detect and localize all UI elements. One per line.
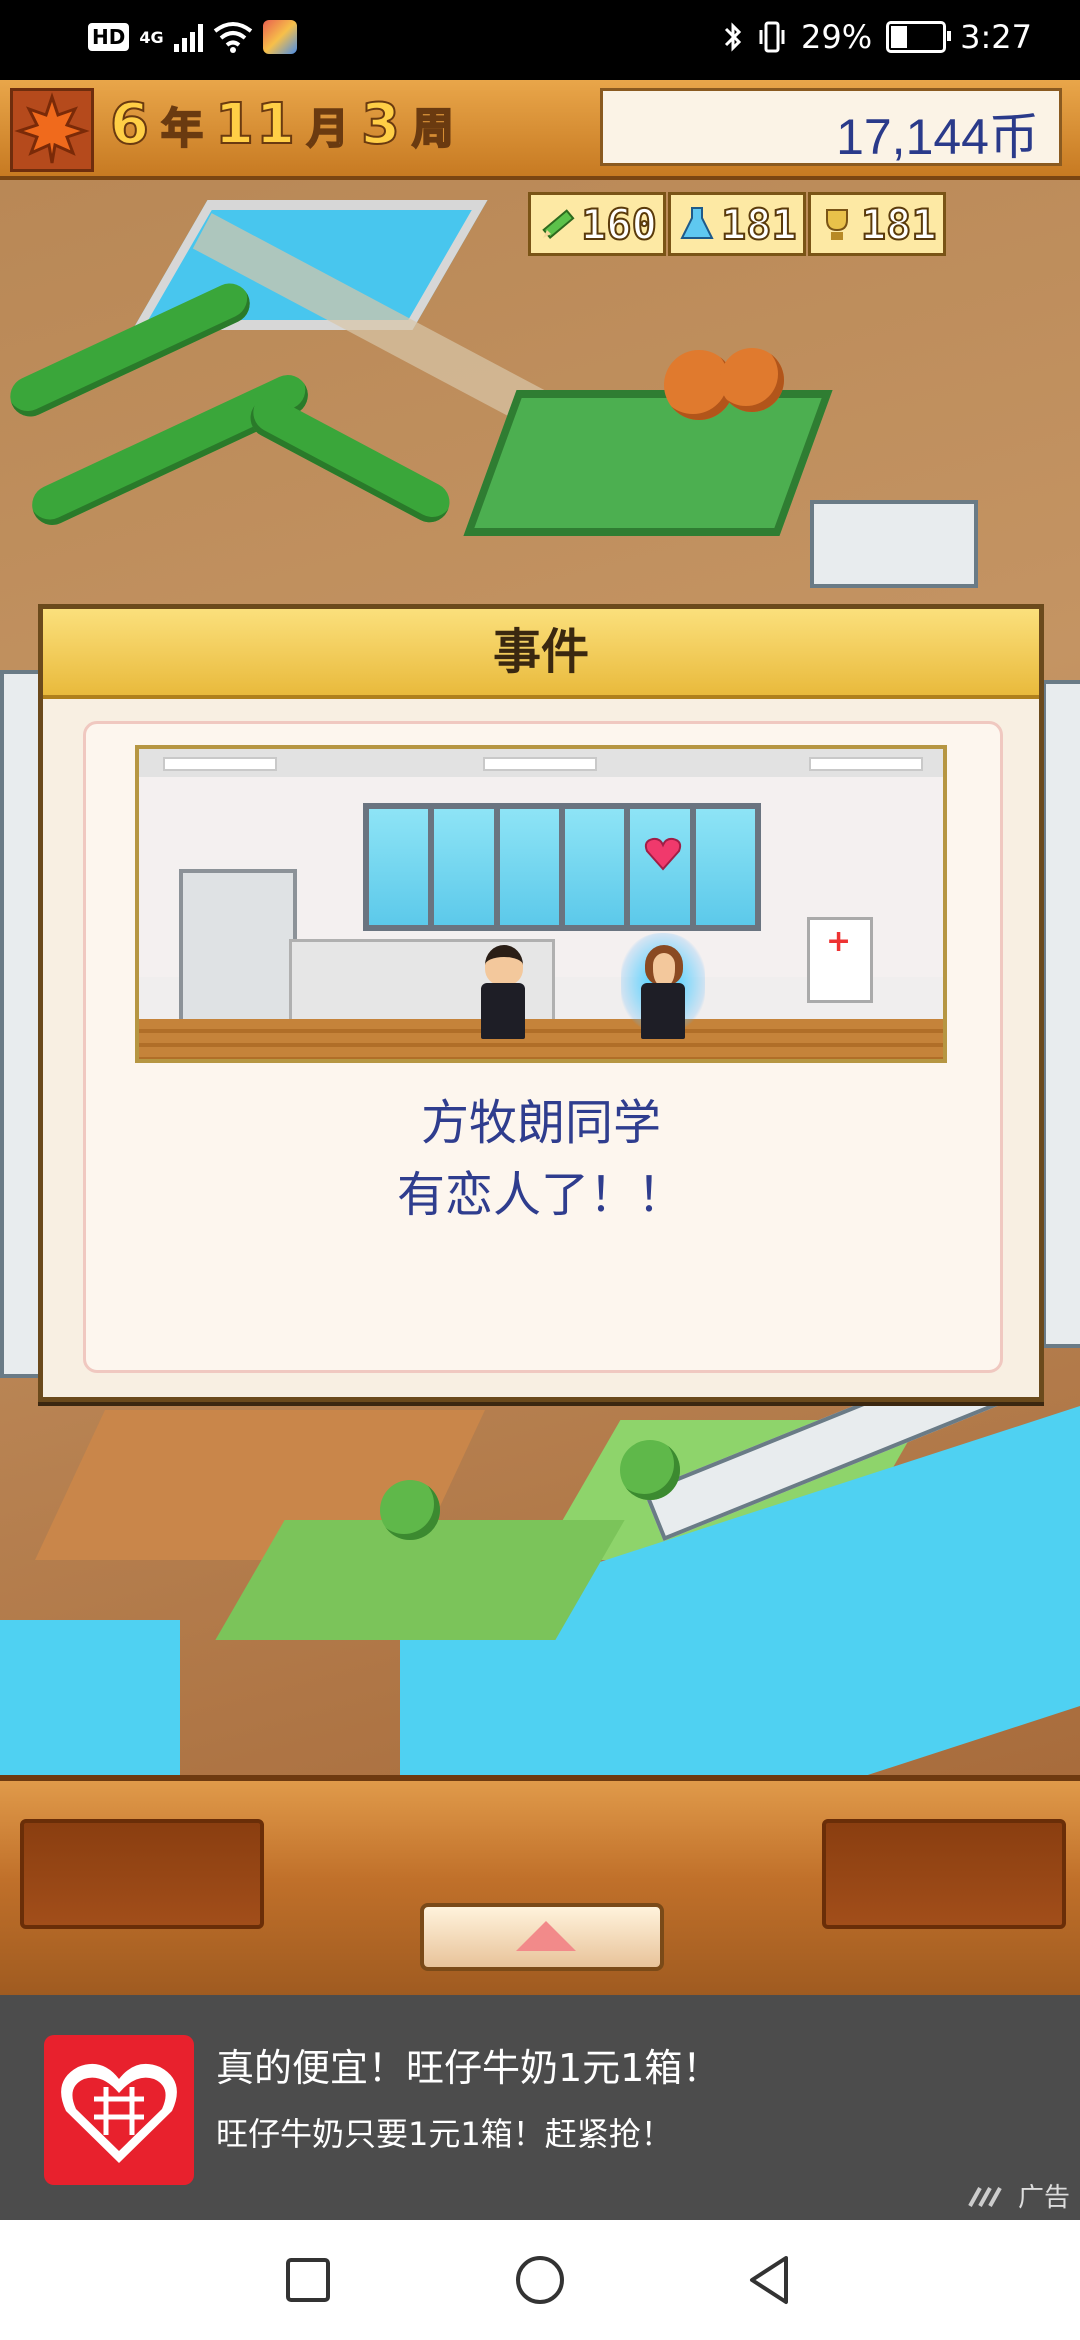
ad-mark-icon — [968, 2186, 1002, 2207]
ceiling-lamp — [483, 757, 597, 771]
ad-description[interactable]: 旺仔牛奶只要1元1箱！赶紧抢！ — [216, 2109, 673, 2155]
first-aid-cabinet — [807, 917, 873, 1003]
notification-app-icon — [262, 20, 297, 54]
event-scene-image — [135, 745, 947, 1063]
event-dialog[interactable]: 事件 方牧朗同学 有恋人了！！ — [38, 604, 1044, 1402]
building — [810, 500, 978, 588]
game-date: 6 年 11 月 3 周 — [109, 91, 456, 158]
pencil-icon — [542, 209, 575, 240]
year-unit: 年 — [160, 103, 205, 154]
hedge — [243, 390, 457, 530]
vibrate-icon — [759, 21, 785, 53]
sea-corner — [0, 1620, 180, 1775]
year-value: 6 — [109, 91, 151, 158]
school-stats: 160 181 181 — [528, 192, 946, 256]
event-title: 事件 — [492, 624, 589, 680]
study-value: 160 — [580, 199, 658, 250]
hedge — [3, 276, 257, 424]
month-unit: 月 — [306, 103, 351, 154]
week-value: 3 — [360, 91, 402, 158]
sports-value: 181 — [860, 199, 938, 250]
baseball-stadium — [463, 390, 833, 536]
status-bar: HD 4G 29% 3:27 — [0, 0, 1080, 80]
girl-student — [635, 945, 691, 1045]
classroom-right — [1042, 680, 1080, 1348]
science-value: 181 — [720, 199, 798, 250]
door — [179, 869, 297, 1027]
home-circle-icon[interactable] — [510, 2250, 570, 2310]
ad-label: 广告 — [968, 2177, 1070, 2214]
event-message-line-2: 有恋人了！！ — [396, 1167, 685, 1223]
signal-icon — [173, 22, 203, 52]
green-tree — [620, 1440, 680, 1500]
classroom-window — [363, 803, 761, 931]
study-stat: 160 — [528, 192, 666, 256]
bottom-panel — [0, 1775, 1080, 2001]
bluetooth-icon — [724, 22, 742, 52]
status-left: HD 4G — [88, 20, 297, 54]
recents-square-icon[interactable] — [278, 2250, 338, 2310]
week-unit: 周 — [411, 103, 456, 154]
status-right: 29% 3:27 — [723, 18, 1032, 56]
right-slot-button[interactable] — [822, 1819, 1066, 1929]
money-amount: 17,144币 — [836, 109, 1039, 165]
hd-badge: HD — [88, 23, 130, 51]
flask-icon — [680, 207, 714, 239]
event-header: 事件 — [43, 609, 1039, 699]
network-type: 4G — [139, 27, 164, 47]
event-message: 方牧朗同学 有恋人了！！ — [43, 1087, 1039, 1231]
ad-tag-text: 广告 — [1017, 2183, 1070, 2213]
back-triangle-icon[interactable] — [740, 2250, 800, 2310]
heart-icon — [644, 837, 682, 871]
battery-icon — [886, 21, 952, 53]
event-message-line-1: 方牧朗同学 — [420, 1095, 661, 1151]
game-top-bar: 6 年 11 月 3 周 17,144币 — [0, 80, 1080, 180]
wifi-icon — [213, 22, 252, 53]
up-arrow-icon — [516, 1921, 576, 1951]
trophy-icon — [825, 209, 848, 240]
clock: 3:27 — [960, 18, 1032, 56]
ad-title[interactable]: 真的便宜！旺仔牛奶1元1箱！ — [216, 2037, 720, 2092]
ceiling-lamp — [163, 757, 277, 771]
wooden-floor — [139, 1019, 943, 1059]
boy-student — [475, 945, 531, 1045]
ad-banner[interactable]: 真的便宜！旺仔牛奶1元1箱！ 旺仔牛奶只要1元1箱！赶紧抢！ 广告 — [0, 1995, 1080, 2220]
green-tree — [380, 1480, 440, 1540]
sports-stat: 181 — [807, 192, 946, 256]
maple-leaf-icon[interactable] — [10, 88, 94, 172]
left-slot-button[interactable] — [20, 1819, 264, 1929]
autumn-tree — [720, 348, 784, 412]
ceiling-lamp — [809, 757, 923, 771]
science-stat: 181 — [667, 192, 806, 256]
battery-percent: 29% — [801, 18, 873, 56]
pinduoduo-logo-icon[interactable] — [44, 2035, 194, 2185]
navigation-bar — [0, 2220, 1080, 2340]
month-value: 11 — [214, 91, 297, 158]
money-box: 17,144币 — [600, 88, 1062, 166]
menu-expand-button[interactable] — [420, 1903, 664, 1971]
